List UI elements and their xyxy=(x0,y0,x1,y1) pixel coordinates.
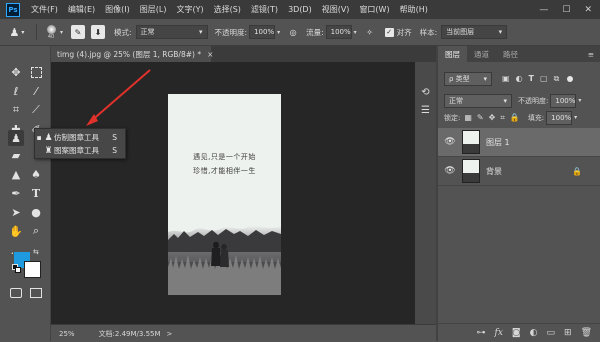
new-group-icon[interactable]: ▭ xyxy=(547,328,556,338)
status-menu-arrow[interactable]: > xyxy=(167,330,173,338)
chevron-down-icon: ▾ xyxy=(503,96,507,105)
filter-shape-icon[interactable]: ▢ xyxy=(540,74,548,83)
add-mask-icon[interactable]: ◙ xyxy=(512,328,521,338)
layer-row-layer-1[interactable]: 👁 图层 1 xyxy=(438,128,600,157)
layer-opacity-input[interactable]: 100% xyxy=(550,93,577,108)
layer-thumbnail xyxy=(462,130,480,154)
history-icon: ⟲ xyxy=(421,87,430,98)
trash-icon[interactable]: 🗑 xyxy=(581,328,592,338)
layers-panel: 图层 通道 路径 ≡ ρ 类型 ▾ ▣ ◐ T ▢ ⧉ 正常 ▾ 不透明度: 100… xyxy=(438,46,600,341)
chevron-down-icon[interactable]: ▾ xyxy=(574,114,577,121)
flyout-item-pattern-stamp[interactable]: ♜ 图案图章工具 S xyxy=(35,144,125,157)
tab-layers[interactable]: 图层 xyxy=(438,46,467,62)
layer-opacity-value: 100% xyxy=(555,96,576,105)
shortcut-key: S xyxy=(112,146,117,155)
layers-panel-footer: ⊶ fx ◙ ◐ ▭ ⊞ 🗑 xyxy=(438,323,600,341)
filter-pixel-icon[interactable]: ▣ xyxy=(502,74,510,83)
link-layers-icon[interactable]: ⊶ xyxy=(476,328,485,338)
layer-thumbnail xyxy=(462,159,480,183)
filter-smart-object-icon[interactable]: ⧉ xyxy=(554,74,560,84)
layer-filter-row: ρ 类型 ▾ ▣ ◐ T ▢ ⧉ xyxy=(438,71,600,86)
blend-mode-select[interactable]: 正常 ▾ xyxy=(444,93,512,108)
chevron-down-icon[interactable]: ▾ xyxy=(578,97,581,104)
selected-bullet-icon: ▪ xyxy=(36,133,42,142)
layer-name: 背景 xyxy=(486,166,502,176)
tab-channels[interactable]: 通道 xyxy=(467,46,496,62)
visibility-eye-icon[interactable]: 👁 xyxy=(442,166,458,176)
layer-name: 图层 1 xyxy=(486,137,510,147)
tab-paths[interactable]: 路径 xyxy=(496,46,525,62)
visibility-eye-icon[interactable]: 👁 xyxy=(442,137,458,147)
lock-icon: 🔒 xyxy=(572,166,582,176)
layer-opacity-label: 不透明度: xyxy=(518,96,549,105)
fill-label: 填充: xyxy=(527,113,545,122)
properties-icon: ☰ xyxy=(421,105,430,116)
flyout-item-label: 仿制图章工具 xyxy=(54,133,99,142)
lock-transparency-icon[interactable]: ▦ xyxy=(464,113,472,122)
fill-value: 100% xyxy=(551,113,572,122)
new-layer-icon[interactable]: ⊞ xyxy=(564,328,572,338)
status-bar: 25% 文档:2.49M/3.55M > xyxy=(51,324,436,342)
lock-pixels-icon[interactable]: ✎ xyxy=(477,113,484,122)
layer-style-icon[interactable]: fx xyxy=(494,328,502,338)
properties-panel-button[interactable]: ☰ xyxy=(419,104,432,117)
blend-row: 正常 ▾ 不透明度: 100% ▾ xyxy=(438,93,600,108)
zoom-level[interactable]: 25% xyxy=(59,330,75,338)
adjustment-layer-icon[interactable]: ◐ xyxy=(530,328,538,338)
history-panel-button[interactable]: ⟲ xyxy=(419,86,432,99)
filter-toggle[interactable] xyxy=(567,75,574,82)
panel-menu-icon[interactable]: ≡ xyxy=(588,46,600,62)
lock-all-icon[interactable]: 🔒 xyxy=(510,113,520,122)
filter-type-value: ρ 类型 xyxy=(449,74,470,83)
lock-artboard-icon[interactable]: ⌗ xyxy=(500,113,505,123)
pattern-stamp-icon: ♜ xyxy=(44,145,53,156)
flyout-item-clone-stamp[interactable]: ▪ ♟ 仿制图章工具 S xyxy=(35,131,125,144)
lock-label: 锁定: xyxy=(444,113,461,122)
lock-position-icon[interactable]: ✥ xyxy=(489,113,496,122)
blend-mode-value: 正常 xyxy=(449,96,463,105)
stamp-icon: ♟ xyxy=(44,132,53,143)
document-size: 文档:2.49M/3.55M xyxy=(98,329,161,338)
stamp-tool-flyout: ▪ ♟ 仿制图章工具 S ♜ 图案图章工具 S xyxy=(34,128,126,159)
collapsed-panel-dock: ⟲ ☰ xyxy=(415,62,436,324)
filter-adjustment-icon[interactable]: ◐ xyxy=(516,74,523,83)
panel-tabs: 图层 通道 路径 ≡ xyxy=(438,46,600,62)
filter-type-icon[interactable]: T xyxy=(529,74,534,83)
fill-input[interactable]: 100% xyxy=(546,110,573,125)
layer-filter-select[interactable]: ρ 类型 ▾ xyxy=(444,71,492,86)
shortcut-key: S xyxy=(112,133,117,142)
layer-row-background[interactable]: 👁 背景 🔒 xyxy=(438,157,600,186)
lock-row: 锁定: ▦ ✎ ✥ ⌗ 🔒 填充: 100% ▾ xyxy=(438,110,600,125)
chevron-down-icon: ▾ xyxy=(483,74,487,83)
flyout-item-label: 图案图章工具 xyxy=(54,146,99,155)
